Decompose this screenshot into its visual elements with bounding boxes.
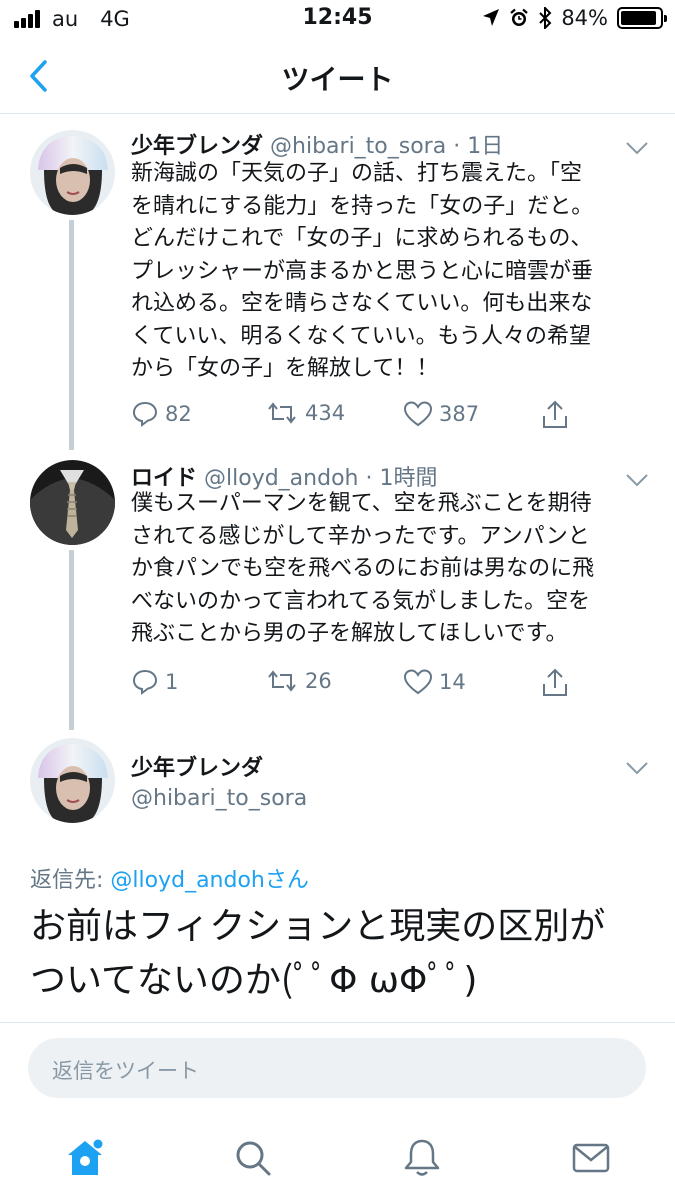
- tweet-text-line: 飛ぶことから男の子を解放してほしいです。: [131, 621, 568, 646]
- avatar-image: [30, 460, 115, 545]
- reply-to-suffix[interactable]: さん: [265, 868, 309, 893]
- share-button[interactable]: [541, 400, 569, 430]
- main-tweet: 少年ブレンダ @hibari_to_sora: [0, 738, 675, 828]
- handle[interactable]: @hibari_to_sora: [270, 134, 446, 159]
- tweet[interactable]: 少年ブレンダ @hibari_to_sora · 1日 新海誠の「天気の子」の話…: [0, 128, 675, 448]
- tweet-text-line: 新海誠の「天気の子」の話、打ち震えた。「空: [131, 161, 583, 186]
- tab-bar: [0, 1115, 675, 1200]
- like-button[interactable]: 14: [403, 668, 466, 696]
- tweet[interactable]: ロイド @lloyd_andoh · 1時間 僕もスーパーマンを観て、空を飛ぶこ…: [0, 460, 675, 710]
- bluetooth-icon: [539, 7, 552, 29]
- reply-input[interactable]: 返信をツイート: [28, 1038, 646, 1098]
- retweet-icon: [268, 670, 296, 692]
- home-icon: [68, 1139, 103, 1175]
- tweet-text: 僕もスーパーマンを観て、空を飛ぶことを期待 されてる感じがして辛かったです。アン…: [131, 488, 641, 651]
- reply-to: 返信先: @lloyd_andohさん: [30, 862, 309, 894]
- share-icon: [543, 400, 567, 428]
- reply-icon: [132, 401, 158, 427]
- tweet-actions: 82 434 387: [131, 400, 641, 432]
- reply-count: 1: [165, 670, 179, 694]
- messages-icon: [572, 1143, 610, 1173]
- tweet-header: 少年ブレンダ @hibari_to_sora: [131, 750, 307, 811]
- tweet-menu-button[interactable]: [625, 760, 649, 779]
- timestamp[interactable]: · 1日: [453, 134, 503, 159]
- retweet-count: 26: [305, 669, 332, 693]
- like-count: 14: [439, 670, 466, 694]
- tweet-text-line: れ込める。空を晴らさなくていい。何も出来な: [131, 291, 593, 316]
- chevron-down-icon: [626, 762, 648, 775]
- tweet-menu-button[interactable]: [625, 140, 649, 159]
- tweet-text: 新海誠の「天気の子」の話、打ち震えた。「空 を晴れにする能力」を持った「女の子」…: [131, 158, 641, 386]
- nav-bar: ツイート: [0, 40, 675, 114]
- battery-icon: [617, 7, 667, 29]
- search-icon: [236, 1141, 271, 1176]
- tweet-text-line: どんだけこれで「女の子」に求められるもの、: [131, 226, 593, 251]
- tab-notifications[interactable]: [397, 1133, 447, 1183]
- avatar[interactable]: [30, 460, 115, 545]
- status-bar: au 4G 12:45 84%: [0, 0, 675, 40]
- tweet-text-line: くていい、明るくなくていい。もう人々の希望: [131, 323, 592, 349]
- battery-fill: [621, 11, 657, 25]
- main-tweet-text-line: お前はフィクションと現実の区別が: [30, 906, 606, 947]
- chevron-down-icon: [626, 142, 648, 155]
- avatar[interactable]: [30, 738, 115, 823]
- retweet-button[interactable]: 26: [265, 668, 332, 694]
- chevron-down-icon: [626, 474, 648, 487]
- avatar[interactable]: [30, 130, 115, 215]
- display-name[interactable]: 少年ブレンダ: [131, 750, 307, 782]
- like-button[interactable]: 387: [403, 400, 479, 428]
- tweet-text-line: から「女の子」を解放して！！: [131, 356, 439, 381]
- tab-search[interactable]: [228, 1133, 278, 1183]
- tweet-text-line: されてる感じがして辛かったです。アンパンと: [131, 523, 590, 549]
- tab-home[interactable]: [60, 1133, 110, 1183]
- tweet-text-line: 僕もスーパーマンを観て、空を飛ぶことを期待: [131, 491, 592, 516]
- reply-button[interactable]: 1: [131, 668, 178, 696]
- like-count: 387: [439, 402, 480, 426]
- main-tweet-text: お前はフィクションと現実の区別が ついてないのか(ﾟﾟΦ ωΦﾟﾟ): [30, 900, 650, 1008]
- heart-icon: [403, 669, 433, 695]
- reply-button[interactable]: 82: [131, 400, 192, 428]
- divider: [0, 1022, 675, 1023]
- reply-to-prefix: 返信先:: [30, 868, 111, 893]
- notifications-icon: [404, 1139, 440, 1176]
- retweet-count: 434: [305, 401, 346, 425]
- tweet-text-line: プレッシャーが高まるかと思うと心に暗雲が垂: [131, 258, 594, 284]
- tweet-text-line: べないのかって言われてる気がしました。空を: [131, 588, 591, 614]
- retweet-icon: [268, 402, 296, 424]
- tab-messages[interactable]: [566, 1133, 616, 1183]
- retweet-button[interactable]: 434: [265, 400, 345, 426]
- reply-count: 82: [165, 402, 192, 426]
- location-icon: [483, 9, 500, 26]
- tweet-actions: 1 26 14: [131, 668, 641, 700]
- tweet-text-line: を晴れにする能力」を持った「女の子」だと。: [131, 193, 594, 219]
- handle[interactable]: @hibari_to_sora: [131, 786, 307, 811]
- reply-to-handle[interactable]: @lloyd_andoh: [110, 868, 264, 893]
- main-tweet-text-line: ついてないのか(ﾟﾟΦ ωΦﾟﾟ): [30, 960, 478, 1001]
- page-title: ツイート: [281, 63, 394, 96]
- share-icon: [543, 668, 567, 696]
- tweet-header: 少年ブレンダ @hibari_to_sora · 1日: [131, 128, 503, 160]
- alarm-icon: [510, 8, 529, 26]
- status-right: 84%: [482, 6, 667, 30]
- battery-percent: 84%: [561, 6, 608, 30]
- share-button[interactable]: [541, 668, 569, 698]
- avatar-image: [30, 130, 115, 215]
- tweet-text-line: か食パンでも空を飛べるのにお前は男なのに飛: [131, 556, 595, 581]
- avatar-image: [30, 738, 115, 823]
- heart-icon: [403, 401, 433, 427]
- display-name[interactable]: 少年ブレンダ: [131, 134, 263, 159]
- reply-icon: [132, 669, 158, 695]
- reply-placeholder: 返信をツイート: [52, 1059, 199, 1083]
